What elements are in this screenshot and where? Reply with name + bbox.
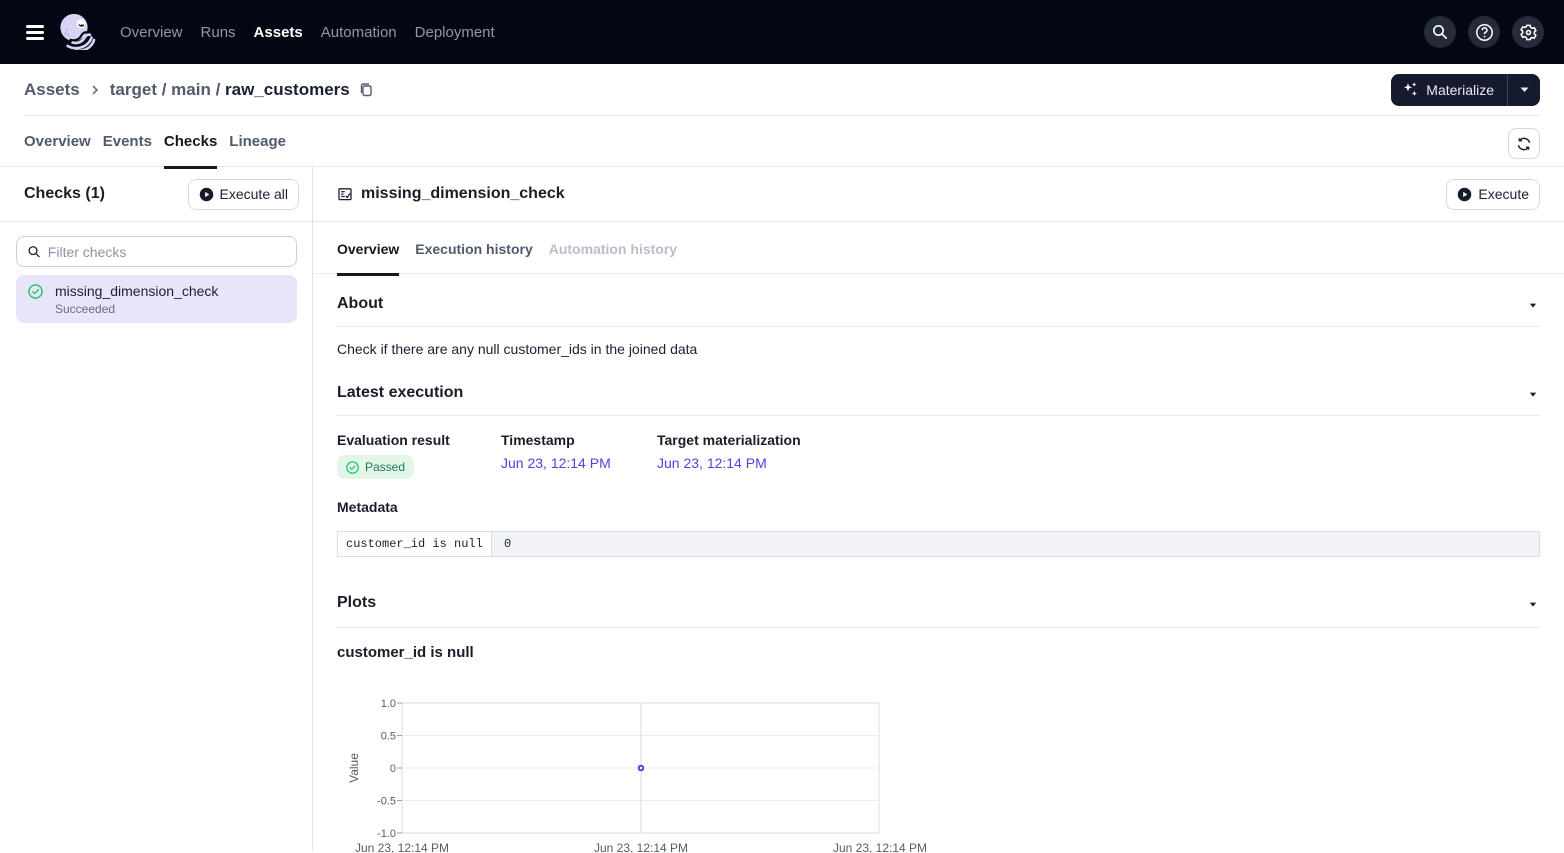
svg-text:Value: Value <box>347 753 361 783</box>
svg-text:0: 0 <box>390 763 396 775</box>
svg-text:0.5: 0.5 <box>381 731 396 743</box>
svg-text:1.0: 1.0 <box>381 698 396 710</box>
svg-text:-1.0: -1.0 <box>377 828 396 840</box>
svg-text:Jun 23, 12:14 PM: Jun 23, 12:14 PM <box>594 841 688 853</box>
svg-text:Jun 23, 12:14 PM: Jun 23, 12:14 PM <box>833 841 927 853</box>
svg-text:-0.5: -0.5 <box>377 796 396 808</box>
svg-text:Jun 23, 12:14 PM: Jun 23, 12:14 PM <box>355 841 449 853</box>
